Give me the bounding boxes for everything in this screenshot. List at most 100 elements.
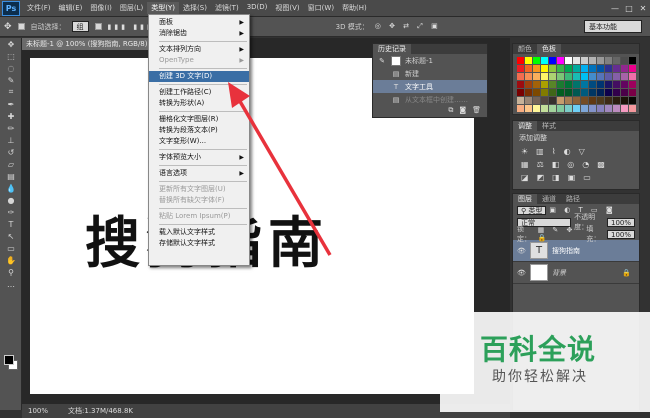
history-item[interactable]: ▤ 从文本框中创建…… xyxy=(373,93,487,106)
type-menu-item[interactable]: 面板 ▶ xyxy=(149,17,249,28)
color-swatch[interactable] xyxy=(613,89,620,96)
create-doc-icon[interactable]: ⧉ xyxy=(448,106,453,117)
zoom-tool-icon[interactable]: ⚲ xyxy=(0,266,22,278)
color-swatch[interactable] xyxy=(621,105,628,112)
color-swatch[interactable] xyxy=(541,81,548,88)
color-swatch[interactable] xyxy=(621,81,628,88)
color-swatch[interactable] xyxy=(557,73,564,80)
color-swatch[interactable] xyxy=(581,97,588,104)
type-menu-item[interactable]: 文本排列方向 ▶ xyxy=(149,44,249,55)
menu-10[interactable]: 帮助(H) xyxy=(338,2,371,14)
snapshot-icon[interactable]: ◙ xyxy=(459,106,466,117)
swatch-grid[interactable] xyxy=(517,57,636,112)
color-swatch[interactable] xyxy=(573,105,580,112)
color-swatch[interactable] xyxy=(589,73,596,80)
color-swatch[interactable] xyxy=(573,65,580,72)
hand-tool-icon[interactable]: ✋ xyxy=(0,254,22,266)
levels-icon[interactable]: ▥ xyxy=(536,147,544,156)
color-swatch[interactable] xyxy=(621,97,628,104)
color-swatch[interactable] xyxy=(605,73,612,80)
color-swatch[interactable] xyxy=(517,65,524,72)
color-swatch[interactable] xyxy=(581,81,588,88)
color-swatch[interactable] xyxy=(517,105,524,112)
trash-icon[interactable]: 🗑 xyxy=(472,106,481,117)
workspace-dropdown[interactable]: 基本功能 xyxy=(584,20,642,33)
color-swatch[interactable] xyxy=(597,105,604,112)
color-swatch[interactable] xyxy=(629,65,636,72)
color-swatch[interactable] xyxy=(605,89,612,96)
color-swatch[interactable] xyxy=(629,57,636,64)
color-swatch[interactable] xyxy=(525,81,532,88)
color-swatch[interactable] xyxy=(613,73,620,80)
color-swatch[interactable] xyxy=(613,57,620,64)
eye-icon[interactable]: 👁 xyxy=(517,269,526,277)
color-swatch[interactable] xyxy=(541,73,548,80)
menu-2[interactable]: 图像(I) xyxy=(86,2,116,14)
color-swatch[interactable] xyxy=(581,65,588,72)
history-snapshot[interactable]: ✎ 未标题-1 xyxy=(373,54,487,67)
color-swatch[interactable] xyxy=(557,89,564,96)
color-swatch[interactable] xyxy=(597,57,604,64)
color-swatch[interactable] xyxy=(557,65,564,72)
color-swatch[interactable] xyxy=(573,57,580,64)
color-swatch[interactable] xyxy=(621,73,628,80)
color-swatch[interactable] xyxy=(557,81,564,88)
threshold-icon[interactable]: ◨ xyxy=(552,173,560,182)
type-menu-item[interactable]: 文字变形(W)... xyxy=(149,136,249,147)
color-swatch[interactable] xyxy=(613,65,620,72)
type-menu-item[interactable]: 语言选项 ▶ xyxy=(149,168,249,179)
eyedropper-tool-icon[interactable]: ✒ xyxy=(0,98,22,110)
color-swatch[interactable] xyxy=(573,89,580,96)
color-swatch[interactable] xyxy=(565,57,572,64)
color-swatch[interactable] xyxy=(613,105,620,112)
color-swatch[interactable] xyxy=(541,97,548,104)
layer-row-text[interactable]: 👁 T 搜狗指南 xyxy=(513,240,639,262)
tab-history[interactable]: 历史记录 xyxy=(373,44,411,54)
menu-1[interactable]: 编辑(E) xyxy=(55,2,87,14)
menu-9[interactable]: 窗口(W) xyxy=(304,2,338,14)
color-swatch[interactable] xyxy=(629,105,636,112)
color-swatch[interactable] xyxy=(573,81,580,88)
color-swatch[interactable] xyxy=(541,65,548,72)
color-swatch[interactable] xyxy=(565,105,572,112)
color-swatch[interactable] xyxy=(541,89,548,96)
color-swatch[interactable] xyxy=(589,81,596,88)
color-swatch[interactable] xyxy=(533,81,540,88)
tab-styles[interactable]: 样式 xyxy=(537,121,561,131)
color-swatch[interactable] xyxy=(517,73,524,80)
show-transform-checkbox[interactable] xyxy=(94,23,102,30)
color-swatch[interactable] xyxy=(597,97,604,104)
dodge-tool-icon[interactable]: ● xyxy=(0,194,22,206)
layer-row-background[interactable]: 👁 背景 🔒 xyxy=(513,262,639,284)
zoom-level[interactable]: 100% xyxy=(28,407,48,415)
color-swatch[interactable] xyxy=(541,105,548,112)
color-swatch[interactable] xyxy=(525,73,532,80)
color-swatch[interactable] xyxy=(517,81,524,88)
color-swatch[interactable] xyxy=(613,81,620,88)
color-swatch[interactable] xyxy=(525,105,532,112)
color-swatch[interactable] xyxy=(549,89,556,96)
eye-icon[interactable]: 👁 xyxy=(517,247,526,255)
opacity-input[interactable]: 100% xyxy=(606,217,635,227)
history-item[interactable]: ▤ 新建 xyxy=(373,67,487,80)
shape-tool-icon[interactable]: ▭ xyxy=(0,242,22,254)
color-swatch[interactable] xyxy=(557,105,564,112)
color-swatch[interactable] xyxy=(533,89,540,96)
color-swatch[interactable] xyxy=(621,57,628,64)
crop-tool-icon[interactable]: ⌗ xyxy=(0,86,22,98)
type-menu-item[interactable]: 栅格化文字图层(R) xyxy=(149,114,249,125)
color-swatch[interactable] xyxy=(533,73,540,80)
color-swatch[interactable] xyxy=(565,81,572,88)
color-swatch[interactable] xyxy=(589,89,596,96)
color-swatch[interactable] xyxy=(525,97,532,104)
color-swatch[interactable] xyxy=(589,105,596,112)
tab-channels[interactable]: 通道 xyxy=(537,194,561,204)
color-swatch[interactable] xyxy=(629,73,636,80)
marquee-tool-icon[interactable]: ⬚ xyxy=(0,50,22,62)
move-tool-icon[interactable]: ✥ xyxy=(4,22,12,32)
color-swatch[interactable] xyxy=(533,65,540,72)
color-swatch[interactable] xyxy=(565,73,572,80)
color-swatch[interactable] xyxy=(573,73,580,80)
color-swatch[interactable] xyxy=(597,89,604,96)
menu-0[interactable]: 文件(F) xyxy=(23,2,55,14)
